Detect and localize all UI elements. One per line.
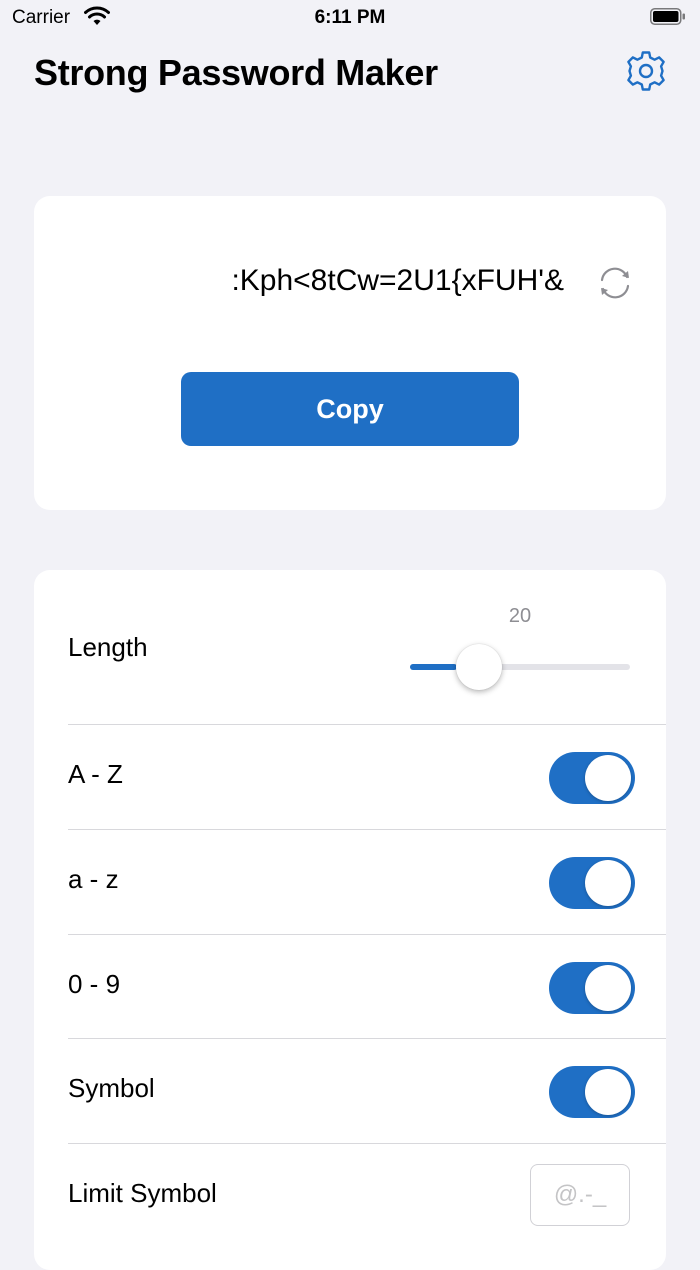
toggle-knob [585, 1069, 631, 1115]
password-card: :Kph<8tCw=2U1{xFUH'& Copy [34, 196, 666, 510]
battery-icon [650, 8, 685, 25]
page-title: Strong Password Maker [34, 52, 438, 93]
option-row-lowercase: a - z [68, 829, 666, 934]
uppercase-label: A - Z [68, 759, 123, 789]
length-label: Length [68, 632, 148, 662]
toggle-knob [585, 755, 631, 801]
length-value: 20 [508, 605, 532, 627]
clock-label: 6:11 PM [314, 7, 386, 28]
toggle-knob [585, 965, 631, 1011]
option-row-limit-symbol: Limit Symbol [68, 1143, 666, 1248]
limit-symbol-input[interactable] [530, 1164, 630, 1226]
status-bar: Carrier 6:11 PM [0, 0, 700, 36]
settings-button[interactable] [624, 49, 668, 93]
refresh-icon [600, 267, 630, 299]
symbol-label: Symbol [68, 1073, 155, 1103]
refresh-button[interactable] [596, 264, 634, 302]
lowercase-toggle[interactable] [549, 857, 635, 909]
option-row-uppercase: A - Z [68, 724, 666, 829]
option-row-digits: 0 - 9 [68, 934, 666, 1039]
copy-button[interactable]: Copy [181, 372, 519, 446]
slider-fill [410, 664, 457, 670]
lowercase-label: a - z [68, 864, 119, 894]
digits-toggle[interactable] [549, 962, 635, 1014]
length-slider[interactable] [410, 644, 630, 690]
settings-card: Length 20 A - Z a - z 0 - 9 Symbol Limit… [34, 570, 666, 1270]
symbol-toggle[interactable] [549, 1066, 635, 1118]
digits-label: 0 - 9 [68, 969, 121, 999]
generated-password: :Kph<8tCw=2U1{xFUH'& [231, 264, 564, 297]
limit-symbol-label: Limit Symbol [68, 1178, 217, 1208]
toggle-knob [585, 860, 631, 906]
gear-icon [627, 51, 665, 91]
uppercase-toggle[interactable] [549, 752, 635, 804]
option-row-symbol: Symbol [68, 1038, 666, 1143]
slider-thumb[interactable] [456, 644, 502, 690]
